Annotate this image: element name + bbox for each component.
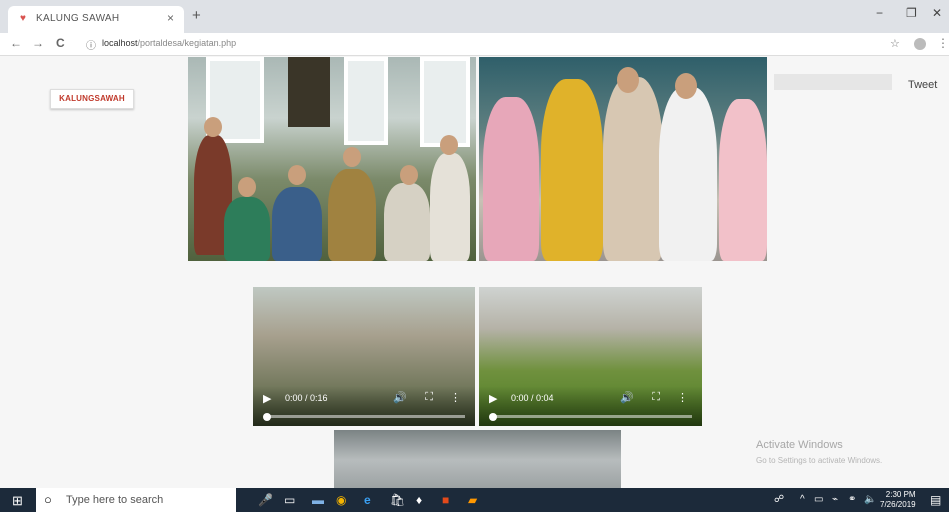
activate-windows-subtitle: Go to Settings to activate Windows. (756, 456, 883, 465)
back-icon[interactable]: ← (10, 36, 22, 50)
store-icon[interactable]: 🛍 (390, 493, 405, 507)
url-host: localhost (102, 38, 138, 48)
window-shape (344, 57, 388, 145)
fullscreen-icon[interactable]: ⛶ (425, 391, 433, 404)
address-bar-row: ← → C ⓘ localhost/portaldesa/kegiatan.ph… (0, 33, 949, 56)
door-shape (288, 57, 330, 127)
head-shape (440, 135, 458, 155)
restore-icon[interactable]: ❐ (906, 6, 917, 20)
reload-icon[interactable]: C (56, 36, 65, 50)
microphone-icon[interactable]: 🎤 (258, 493, 273, 507)
forward-icon[interactable]: → (32, 36, 44, 50)
tab-kalung-sawah[interactable]: ♥ KALUNG SAWAH × (8, 6, 184, 33)
close-window-icon[interactable]: ✕ (932, 6, 942, 20)
task-view-icon[interactable]: ▭ (284, 493, 295, 507)
more-options-icon[interactable]: ⋮ (677, 391, 688, 404)
video-progress-track[interactable] (491, 415, 692, 418)
tab-title: KALUNG SAWAH (36, 13, 120, 24)
video-progress-track[interactable] (265, 415, 465, 418)
page-content: KALUNGSAWAH Tweet ▶ 0:00 / 0:16 🔊 ⛶ ⋮ ▶ … (0, 56, 949, 488)
minimize-icon[interactable]: − (876, 6, 883, 20)
xampp-icon[interactable]: ■ (442, 493, 449, 507)
clock-date: 7/26/2019 (880, 500, 916, 509)
activity-video-1[interactable]: ▶ 0:00 / 0:16 🔊 ⛶ ⋮ (253, 287, 475, 426)
search-circle-icon: ○ (44, 492, 52, 507)
new-tab-button[interactable]: + (192, 7, 201, 24)
person-shape (541, 79, 603, 261)
play-icon[interactable]: ▶ (263, 392, 271, 405)
video-time: 0:00 / 0:16 (285, 393, 328, 403)
video-controls: ▶ 0:00 / 0:04 🔊 ⛶ ⋮ (479, 386, 702, 426)
browser-tab-bar: ♥ KALUNG SAWAH × + − ❐ ✕ (0, 0, 949, 33)
window-shape (420, 57, 470, 147)
favicon-heart-icon: ♥ (20, 13, 26, 24)
activity-video-2[interactable]: ▶ 0:00 / 0:04 🔊 ⛶ ⋮ (479, 287, 702, 426)
person-shape (224, 197, 270, 261)
head-shape (617, 67, 639, 93)
activity-photo-2 (479, 57, 767, 261)
head-shape (238, 177, 256, 197)
taskbar-search-box[interactable]: ○ Type here to search (36, 488, 236, 512)
person-shape (719, 99, 767, 261)
people-icon[interactable]: ☍ (774, 494, 784, 505)
video-controls: ▶ 0:00 / 0:16 🔊 ⛶ ⋮ (253, 386, 475, 426)
volume-icon[interactable]: 🔊 (393, 391, 407, 404)
app-icon[interactable]: ♦ (416, 493, 422, 507)
head-shape (400, 165, 418, 185)
activity-photo-1 (188, 57, 476, 261)
notifications-icon[interactable]: ▤ (930, 493, 941, 507)
search-placeholder: Type here to search (66, 494, 164, 506)
chrome-icon[interactable]: ◉ (336, 493, 346, 507)
play-icon[interactable]: ▶ (489, 392, 497, 405)
head-shape (204, 117, 222, 137)
activity-photo-3 (334, 430, 621, 488)
person-shape (603, 77, 663, 261)
person-shape (328, 169, 376, 261)
battery-icon[interactable]: ⌁ (832, 494, 838, 505)
volume-icon[interactable]: 🔊 (620, 391, 634, 404)
video-progress-knob[interactable] (263, 413, 271, 421)
file-explorer-icon[interactable]: ▬ (312, 493, 324, 507)
person-shape (659, 87, 717, 261)
windows-start-icon[interactable]: ⊞ (12, 493, 23, 509)
head-shape (343, 147, 361, 167)
tray-chevron-icon[interactable]: ^ (800, 494, 805, 505)
person-shape (272, 187, 322, 261)
tweet-button[interactable]: Tweet (908, 79, 937, 91)
network-icon[interactable]: ▭ (814, 494, 823, 505)
activate-windows-title: Activate Windows (756, 439, 843, 451)
fullscreen-icon[interactable]: ⛶ (652, 391, 660, 404)
head-shape (675, 73, 697, 99)
social-widget-box (774, 74, 892, 90)
video-progress-knob[interactable] (489, 413, 497, 421)
edge-icon[interactable]: e (364, 493, 371, 507)
person-shape (430, 153, 470, 261)
info-icon: ⓘ (86, 41, 96, 52)
url-path: /portaldesa/kegiatan.php (137, 38, 237, 48)
head-shape (288, 165, 306, 185)
person-shape (483, 97, 539, 261)
taskbar-clock[interactable]: 2:30 PM 7/26/2019 (880, 490, 916, 510)
speaker-icon[interactable]: 🔈 (864, 494, 876, 505)
person-shape (384, 183, 430, 261)
video-time: 0:00 / 0:04 (511, 393, 554, 403)
wifi-icon[interactable]: ⚭ (848, 494, 856, 505)
windows-taskbar: ⊞ ○ Type here to search 🎤 ▭ ▬ ◉ e 🛍 ♦ ■ … (0, 488, 949, 512)
site-logo[interactable]: KALUNGSAWAH (50, 89, 134, 109)
close-tab-icon[interactable]: × (167, 11, 174, 25)
clock-time: 2:30 PM (885, 490, 916, 499)
more-options-icon[interactable]: ⋮ (450, 391, 461, 404)
account-avatar-icon[interactable] (914, 38, 926, 50)
sublime-icon[interactable]: ▰ (468, 493, 477, 507)
url-field[interactable]: ⓘ localhost/portaldesa/kegiatan.php (82, 35, 862, 53)
bookmark-star-icon[interactable]: ☆ (890, 37, 900, 50)
browser-menu-icon[interactable]: ⋮ (937, 36, 949, 50)
